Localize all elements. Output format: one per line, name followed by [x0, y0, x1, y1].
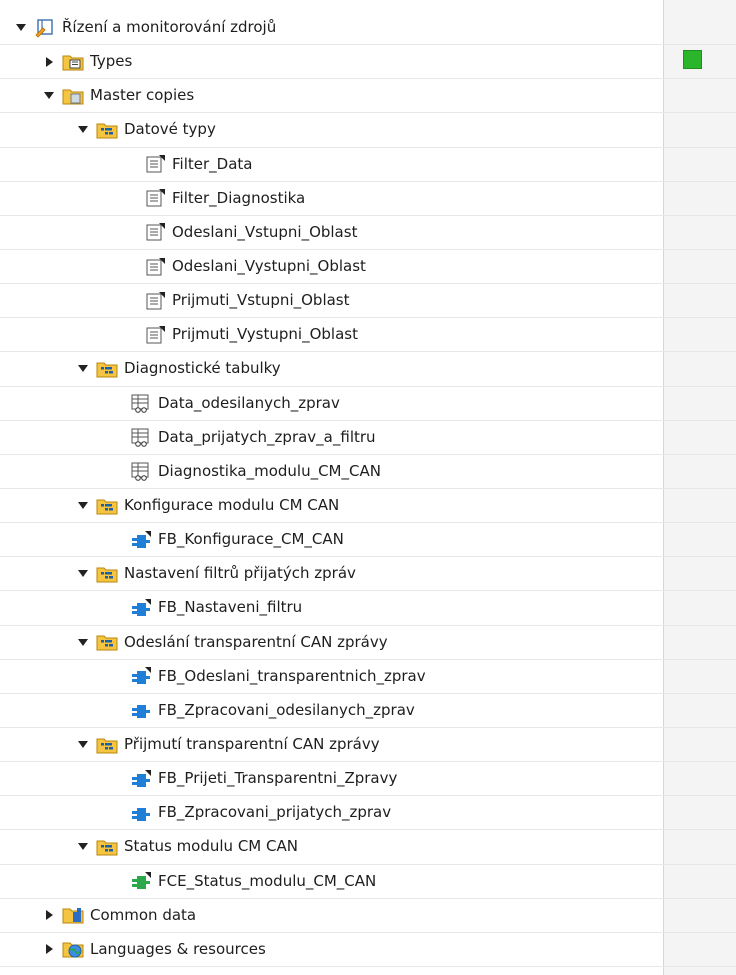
folder-icon — [96, 564, 118, 584]
project-tree: Řízení a monitorování zdrojů Types Maste… — [0, 11, 736, 967]
folder-icon — [96, 359, 118, 379]
tree-label-item: Diagnostika_modulu_CM_CAN — [158, 461, 381, 480]
function-block-icon — [130, 769, 152, 789]
tree-label-master-copies: Master copies — [90, 86, 195, 105]
tree-row-item[interactable]: Odeslani_Vstupni_Oblast — [0, 216, 736, 250]
data-type-icon — [144, 222, 166, 242]
project-tree-panel: Řízení a monitorování zdrojů Types Maste… — [0, 0, 736, 975]
tree-row-types[interactable]: Types — [0, 45, 736, 80]
collapse-icon[interactable] — [76, 499, 90, 513]
tree-label-item: Odeslani_Vystupni_Oblast — [172, 257, 366, 276]
tree-label-item: FB_Nastaveni_filtru — [158, 598, 303, 617]
tree-label-item: Filter_Diagnostika — [172, 188, 306, 207]
tree-label-folder: Přijmutí transparentní CAN zprávy — [124, 735, 380, 754]
tree-label-folder: Odeslání transparentní CAN zprávy — [124, 632, 388, 651]
function-block-icon — [130, 666, 152, 686]
tree-row-item[interactable]: FB_Prijeti_Transparentni_Zpravy — [0, 762, 736, 797]
tree-label-item: FB_Prijeti_Transparentni_Zpravy — [158, 769, 398, 788]
tree-row-languages[interactable]: Languages & resources — [0, 933, 736, 967]
tree-row-item[interactable]: Odeslani_Vystupni_Oblast — [0, 250, 736, 285]
folder-icon — [96, 735, 118, 755]
data-type-icon — [144, 257, 166, 277]
tree-label-folder: Nastavení filtrů přijatých zpráv — [124, 564, 356, 583]
tree-label-item: Prijmuti_Vstupni_Oblast — [172, 291, 350, 310]
collapse-icon[interactable] — [76, 362, 90, 376]
tree-row-item[interactable]: Diagnostika_modulu_CM_CAN — [0, 455, 736, 489]
tree-row-item[interactable]: Data_odesilanych_zprav — [0, 387, 736, 421]
collapse-icon[interactable] — [76, 567, 90, 581]
tree-row-master-copies[interactable]: Master copies — [0, 79, 736, 114]
collapse-icon[interactable] — [76, 123, 90, 137]
watch-table-icon — [130, 461, 152, 482]
function-icon — [130, 871, 152, 891]
folder-icon — [96, 496, 118, 516]
tree-label-root: Řízení a monitorování zdrojů — [62, 18, 277, 37]
tree-row-item[interactable]: Filter_Data — [0, 148, 736, 182]
tree-row-item[interactable]: FB_Nastaveni_filtru — [0, 591, 736, 626]
folder-icon — [96, 632, 118, 652]
tree-row-common-data[interactable]: Common data — [0, 899, 736, 933]
data-type-icon — [144, 188, 166, 208]
tree-row-item[interactable]: FB_Odeslani_transparentnich_zprav — [0, 660, 736, 694]
tree-row-root[interactable]: Řízení a monitorování zdrojů — [0, 11, 736, 46]
tree-label-folder: Datové typy — [124, 120, 216, 139]
expand-icon[interactable] — [42, 942, 56, 956]
library-icon — [34, 18, 56, 38]
tree-label-item: Data_prijatych_zprav_a_filtru — [158, 427, 376, 446]
tree-label-item: Data_odesilanych_zprav — [158, 393, 340, 412]
tree-row-item[interactable]: FCE_Status_modulu_CM_CAN — [0, 865, 736, 899]
tree-row-folder[interactable]: Datové typy — [0, 113, 736, 148]
tree-row-item[interactable]: FB_Zpracovani_odesilanych_zprav — [0, 694, 736, 728]
tree-label-item: FB_Zpracovani_odesilanych_zprav — [158, 700, 415, 719]
tree-row-folder[interactable]: Konfigurace modulu CM CAN — [0, 489, 736, 524]
tree-row-folder[interactable]: Nastavení filtrů přijatých zpráv — [0, 557, 736, 592]
function-block-icon — [130, 530, 152, 550]
tree-label-item: FB_Odeslani_transparentnich_zprav — [158, 666, 426, 685]
globe-icon — [62, 939, 84, 959]
tree-label-folder: Status modulu CM CAN — [124, 837, 298, 856]
data-type-icon — [144, 325, 166, 345]
folder-icon — [96, 120, 118, 140]
tree-row-folder[interactable]: Status modulu CM CAN — [0, 830, 736, 865]
tree-label-item: Filter_Data — [172, 154, 253, 173]
folder-icon — [96, 837, 118, 857]
expand-icon[interactable] — [42, 55, 56, 69]
tree-row-item[interactable]: Filter_Diagnostika — [0, 182, 736, 216]
tree-label-folder: Konfigurace modulu CM CAN — [124, 496, 340, 515]
function-block-icon — [130, 700, 152, 720]
collapse-icon[interactable] — [76, 840, 90, 854]
watch-table-icon — [130, 393, 152, 413]
expand-icon[interactable] — [42, 908, 56, 922]
function-block-icon — [130, 803, 152, 823]
tree-row-item[interactable]: FB_Zpracovani_prijatych_zprav — [0, 796, 736, 831]
collapse-icon[interactable] — [14, 21, 28, 35]
tree-label-types: Types — [90, 52, 133, 71]
collapse-icon[interactable] — [76, 635, 90, 649]
tree-row-item[interactable]: Data_prijatych_zprav_a_filtru — [0, 421, 736, 455]
tree-row-item[interactable]: Prijmuti_Vystupni_Oblast — [0, 318, 736, 353]
tree-label-item: FB_Zpracovani_prijatych_zprav — [158, 803, 392, 822]
types-folder-icon — [62, 52, 84, 72]
tree-label-item: Prijmuti_Vystupni_Oblast — [172, 325, 358, 344]
data-type-icon — [144, 291, 166, 311]
collapse-icon[interactable] — [76, 738, 90, 752]
tree-label-item: FCE_Status_modulu_CM_CAN — [158, 871, 377, 890]
tree-row-folder[interactable]: Diagnostické tabulky — [0, 352, 736, 387]
tree-row-folder[interactable]: Přijmutí transparentní CAN zprávy — [0, 728, 736, 763]
tree-label-item: Odeslani_Vstupni_Oblast — [172, 222, 358, 241]
common-data-icon — [62, 905, 84, 925]
master-copies-folder-icon — [62, 86, 84, 106]
tree-label-languages: Languages & resources — [90, 939, 266, 958]
tree-label-common-data: Common data — [90, 905, 197, 924]
tree-row-item[interactable]: Prijmuti_Vstupni_Oblast — [0, 284, 736, 319]
function-block-icon — [130, 598, 152, 618]
data-type-icon — [144, 154, 166, 174]
tree-label-item: FB_Konfigurace_CM_CAN — [158, 530, 344, 549]
watch-table-icon — [130, 427, 152, 448]
tree-row-folder[interactable]: Odeslání transparentní CAN zprávy — [0, 626, 736, 660]
collapse-icon[interactable] — [42, 89, 56, 103]
tree-label-folder: Diagnostické tabulky — [124, 359, 281, 378]
tree-row-item[interactable]: FB_Konfigurace_CM_CAN — [0, 523, 736, 558]
